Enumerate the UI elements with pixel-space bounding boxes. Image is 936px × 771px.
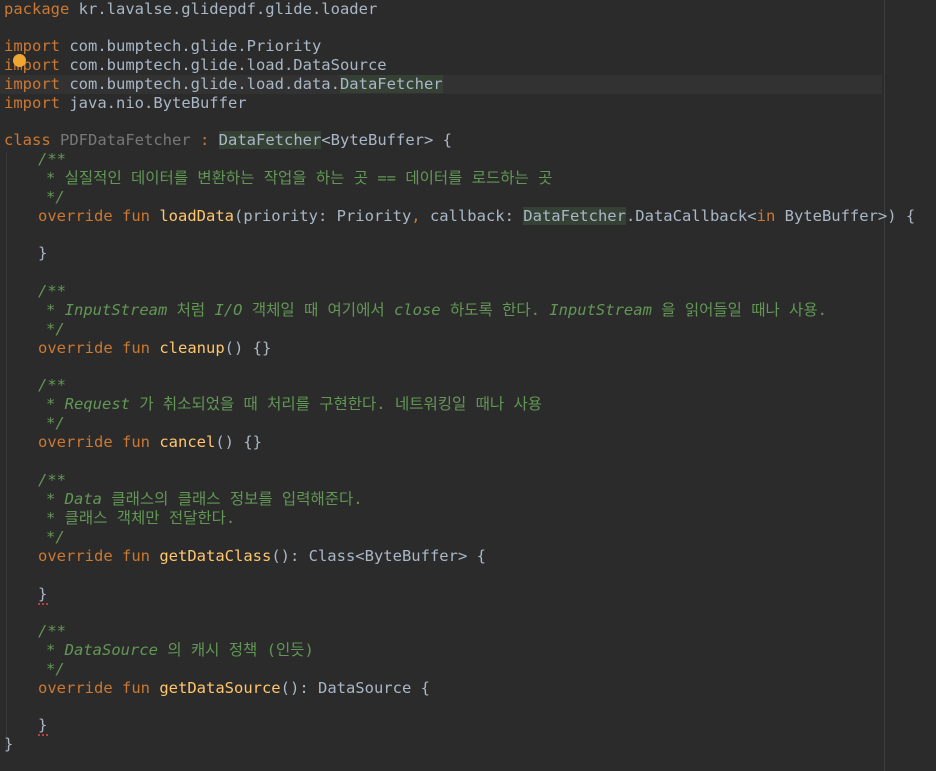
comment-code: InputStream: [64, 301, 168, 319]
code-line-26[interactable]: /**: [4, 471, 882, 490]
right-margin-guide: [884, 0, 885, 771]
keyword: override fun: [38, 547, 150, 565]
code-line-6[interactable]: import java.nio.ByteBuffer: [4, 94, 882, 113]
comment-text: 처럼: [167, 301, 215, 319]
comment-text: 가 취소되었을 때 처리를 구현한다. 네트워킹일 때나 사용: [130, 395, 542, 413]
code-line-14[interactable]: }: [4, 244, 882, 263]
function-name: cleanup: [159, 339, 225, 357]
params: (priority: Priority: [233, 207, 412, 225]
code-line-32[interactable]: }: [4, 585, 882, 604]
comment-text: 의 캐시 정책 (인듯): [158, 641, 314, 659]
code-line-29[interactable]: */: [4, 528, 882, 547]
params: (): Class<ByteBuffer> {: [271, 547, 486, 565]
code-line-30[interactable]: override fun getDataClass(): Class<ByteB…: [4, 547, 882, 566]
keyword: class: [4, 131, 51, 149]
code-editor[interactable]: package kr.lavalse.glidepdf.glide.loader…: [0, 0, 936, 771]
comment-code: DataSource: [64, 641, 158, 659]
code-line-40[interactable]: }: [4, 735, 882, 754]
params: .DataCallback<: [625, 207, 757, 225]
comment-code: Data: [64, 490, 102, 508]
keyword: in: [756, 207, 776, 225]
comment-code: Request: [64, 395, 130, 413]
code-line-24[interactable]: override fun cancel() {}: [4, 433, 882, 452]
function-name: loadData: [159, 207, 234, 225]
code-line-11[interactable]: */: [4, 188, 882, 207]
comment-star: *: [46, 490, 65, 508]
code-line-39[interactable]: }: [4, 716, 882, 735]
comment-star: *: [46, 395, 65, 413]
comment-code: I/O: [214, 301, 243, 319]
function-name: cancel: [159, 433, 216, 451]
code-line-5[interactable]: import com.bumptech.glide.load.data.Data…: [0, 75, 882, 94]
comment-star: *: [46, 641, 65, 659]
keyword: override fun: [38, 207, 150, 225]
code-line-17[interactable]: * InputStream 처럼 I/O 객체일 때 여기에서 close 하도…: [4, 301, 882, 320]
code-line-36[interactable]: */: [4, 660, 882, 679]
type-params: <ByteBuffer> {: [321, 131, 452, 149]
code-line-10[interactable]: * 실질적인 데이터를 변환하는 작업을 하는 곳 == 데이터를 로드하는 곳: [4, 169, 882, 188]
comment-star: *: [46, 301, 65, 319]
code-line-3[interactable]: import com.bumptech.glide.Priority: [4, 37, 882, 56]
comment-text: 클래스의 클래스 정보를 입력해준다.: [102, 490, 363, 508]
import-path: com.bumptech.glide.load.data.: [60, 75, 340, 93]
comment-code: close: [393, 301, 441, 319]
code-line-34[interactable]: /**: [4, 622, 882, 641]
code-line-35[interactable]: * DataSource 의 캐시 정책 (인듯): [4, 641, 882, 660]
highlighted-identifier: DataFetcher: [339, 75, 443, 93]
params: callback:: [420, 207, 524, 225]
code-line-16[interactable]: /**: [4, 282, 882, 301]
params: (): DataSource {: [280, 679, 430, 697]
comment-text: 을 읽어들일 때나 사용.: [651, 301, 827, 319]
code-line-19[interactable]: override fun cleanup() {}: [4, 339, 882, 358]
code-line-4[interactable]: import com.bumptech.glide.load.DataSourc…: [4, 56, 882, 75]
code-line-12[interactable]: override fun loadData(priority: Priority…: [4, 207, 915, 226]
comma: ,: [411, 207, 421, 225]
comment-text: 객체일 때 여기에서: [242, 301, 394, 319]
keyword: package: [4, 0, 70, 18]
package-name: kr.lavalse.glidepdf.glide.loader: [69, 0, 378, 18]
code-line-18[interactable]: */: [4, 320, 882, 339]
code-line-28[interactable]: * 클래스 객체만 전달한다.: [4, 509, 882, 528]
code-line-37[interactable]: override fun getDataSource(): DataSource…: [4, 679, 882, 698]
lightbulb-icon[interactable]: [13, 54, 26, 67]
keyword: import: [4, 75, 60, 93]
import-path: com.bumptech.glide.load.DataSource: [60, 56, 387, 74]
import-path: com.bumptech.glide.Priority: [60, 37, 322, 55]
highlighted-identifier: DataFetcher: [523, 207, 626, 225]
separator: :: [190, 131, 219, 149]
keyword: import: [4, 94, 60, 112]
params: ByteBuffer>) {: [775, 207, 916, 225]
function-name: getDataSource: [159, 679, 281, 697]
import-path: java.nio.ByteBuffer: [60, 94, 247, 112]
keyword: import: [4, 37, 60, 55]
code-line-23[interactable]: */: [4, 414, 882, 433]
comment-code: InputStream: [549, 301, 652, 319]
keyword: override fun: [38, 679, 150, 697]
comment-text: 하도록 한다.: [440, 301, 550, 319]
keyword: override fun: [38, 433, 150, 451]
lint-warning-underline: [38, 603, 48, 605]
code-line-22[interactable]: * Request 가 취소되었을 때 처리를 구현한다. 네트워킹일 때나 사…: [4, 395, 882, 414]
code-line-27[interactable]: * Data 클래스의 클래스 정보를 입력해준다.: [4, 490, 882, 509]
code-line-9[interactable]: /**: [4, 150, 882, 169]
keyword: override fun: [38, 339, 150, 357]
function-name: getDataClass: [159, 547, 272, 565]
code-line-21[interactable]: /**: [4, 376, 882, 395]
highlighted-identifier: DataFetcher: [218, 131, 322, 149]
params: () {}: [224, 339, 272, 357]
class-name: PDFDataFetcher: [60, 131, 191, 149]
code-line-8[interactable]: class PDFDataFetcher : DataFetcher<ByteB…: [4, 131, 882, 150]
code-line-1[interactable]: package kr.lavalse.glidepdf.glide.loader: [4, 0, 882, 19]
params: () {}: [215, 433, 262, 451]
